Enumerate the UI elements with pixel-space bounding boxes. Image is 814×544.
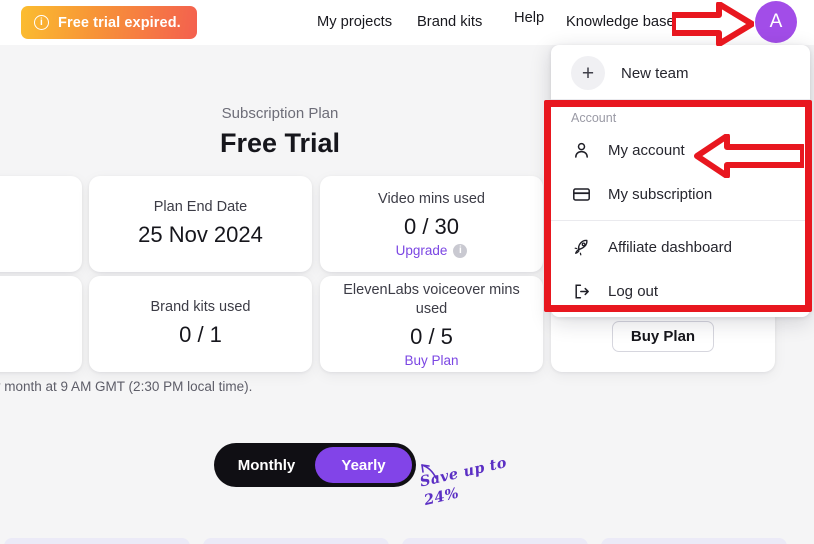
app-root: Subscription Plan Free Trial d Plan End …	[0, 0, 814, 544]
card-plan-end-date: Plan End Date 25 Nov 2024	[89, 176, 312, 272]
menu-section-account-label: Account	[571, 111, 617, 125]
rocket-icon	[571, 238, 592, 257]
avatar[interactable]: A	[755, 1, 797, 43]
menu-divider	[551, 220, 810, 221]
annotation-arrow-left	[694, 134, 804, 178]
billing-period-toggle[interactable]: Monthly Yearly	[214, 443, 416, 487]
annotation-arrow-right	[672, 2, 754, 46]
card-elevenlabs-mins-used: ElevenLabs voiceover mins used 0 / 5 Buy…	[320, 276, 543, 372]
menu-item-log-out[interactable]: Log out	[551, 269, 810, 313]
card-value: 0 / 1	[179, 322, 222, 347]
pricing-card-peek	[4, 538, 190, 544]
card-title: Plan End Date	[153, 199, 248, 215]
buy-plan-button[interactable]: Buy Plan	[611, 321, 715, 352]
toggle-option-monthly[interactable]: Monthly	[218, 447, 315, 483]
buy-plan-link[interactable]: Buy Plan	[404, 353, 458, 368]
card-video-mins-used: Video mins used 0 / 30 Upgrade i	[320, 176, 543, 272]
menu-item-label: Affiliate dashboard	[608, 238, 732, 256]
menu-divider	[551, 99, 810, 100]
credit-card-icon	[571, 185, 592, 204]
card-title: Video mins used	[378, 191, 485, 207]
info-icon[interactable]: i	[453, 243, 468, 258]
renewal-note: f every month at 9 AM GMT (2:30 PM local…	[0, 379, 253, 394]
card-mins-used: ns used	[0, 276, 82, 372]
card-value: 0 / 5	[410, 323, 453, 349]
account-dropdown-menu: + New team Account My account My subscri…	[551, 45, 810, 317]
logout-icon	[571, 282, 592, 301]
menu-item-label: My subscription	[608, 185, 713, 203]
menu-item-affiliate-dashboard[interactable]: Affiliate dashboard	[551, 225, 810, 269]
card-value: 25 Nov 2024	[138, 222, 263, 247]
card-title: ElevenLabs voiceover mins used	[343, 281, 520, 317]
plus-icon: +	[571, 56, 605, 90]
card-title: Brand kits used	[150, 299, 251, 315]
subscription-plan-header: Subscription Plan Free Trial	[0, 104, 560, 160]
person-icon	[571, 141, 592, 160]
card-plan-started: d	[0, 176, 82, 272]
menu-item-new-team[interactable]: + New team	[551, 51, 810, 95]
menu-item-label: My account	[608, 141, 685, 159]
pricing-card-peek	[402, 538, 588, 544]
nav-knowledge-base[interactable]: Knowledge base	[566, 14, 675, 30]
card-value: 0 / 30	[403, 214, 460, 239]
nav-my-projects[interactable]: My projects	[317, 14, 392, 30]
card-brand-kits-used: Brand kits used 0 / 1	[89, 276, 312, 372]
free-trial-expired-badge[interactable]: i Free trial expired.	[21, 6, 197, 39]
pricing-card-peek	[601, 538, 787, 544]
subscription-plan-value: Free Trial	[219, 128, 341, 158]
upgrade-link-row[interactable]: Upgrade i	[396, 243, 468, 258]
avatar-initial: A	[769, 11, 783, 32]
menu-item-label: New team	[621, 64, 689, 82]
info-circle-icon: i	[34, 15, 49, 30]
menu-item-my-subscription[interactable]: My subscription	[551, 172, 810, 216]
menu-item-label: Log out	[608, 282, 659, 300]
toggle-option-yearly[interactable]: Yearly	[315, 447, 412, 483]
subscription-plan-label: Subscription Plan	[221, 105, 339, 122]
free-trial-expired-label: Free trial expired.	[58, 14, 181, 31]
pricing-card-peek	[203, 538, 389, 544]
upgrade-link-label: Upgrade	[395, 243, 448, 258]
nav-brand-kits[interactable]: Brand kits	[417, 14, 482, 30]
nav-help[interactable]: Help	[514, 10, 544, 26]
